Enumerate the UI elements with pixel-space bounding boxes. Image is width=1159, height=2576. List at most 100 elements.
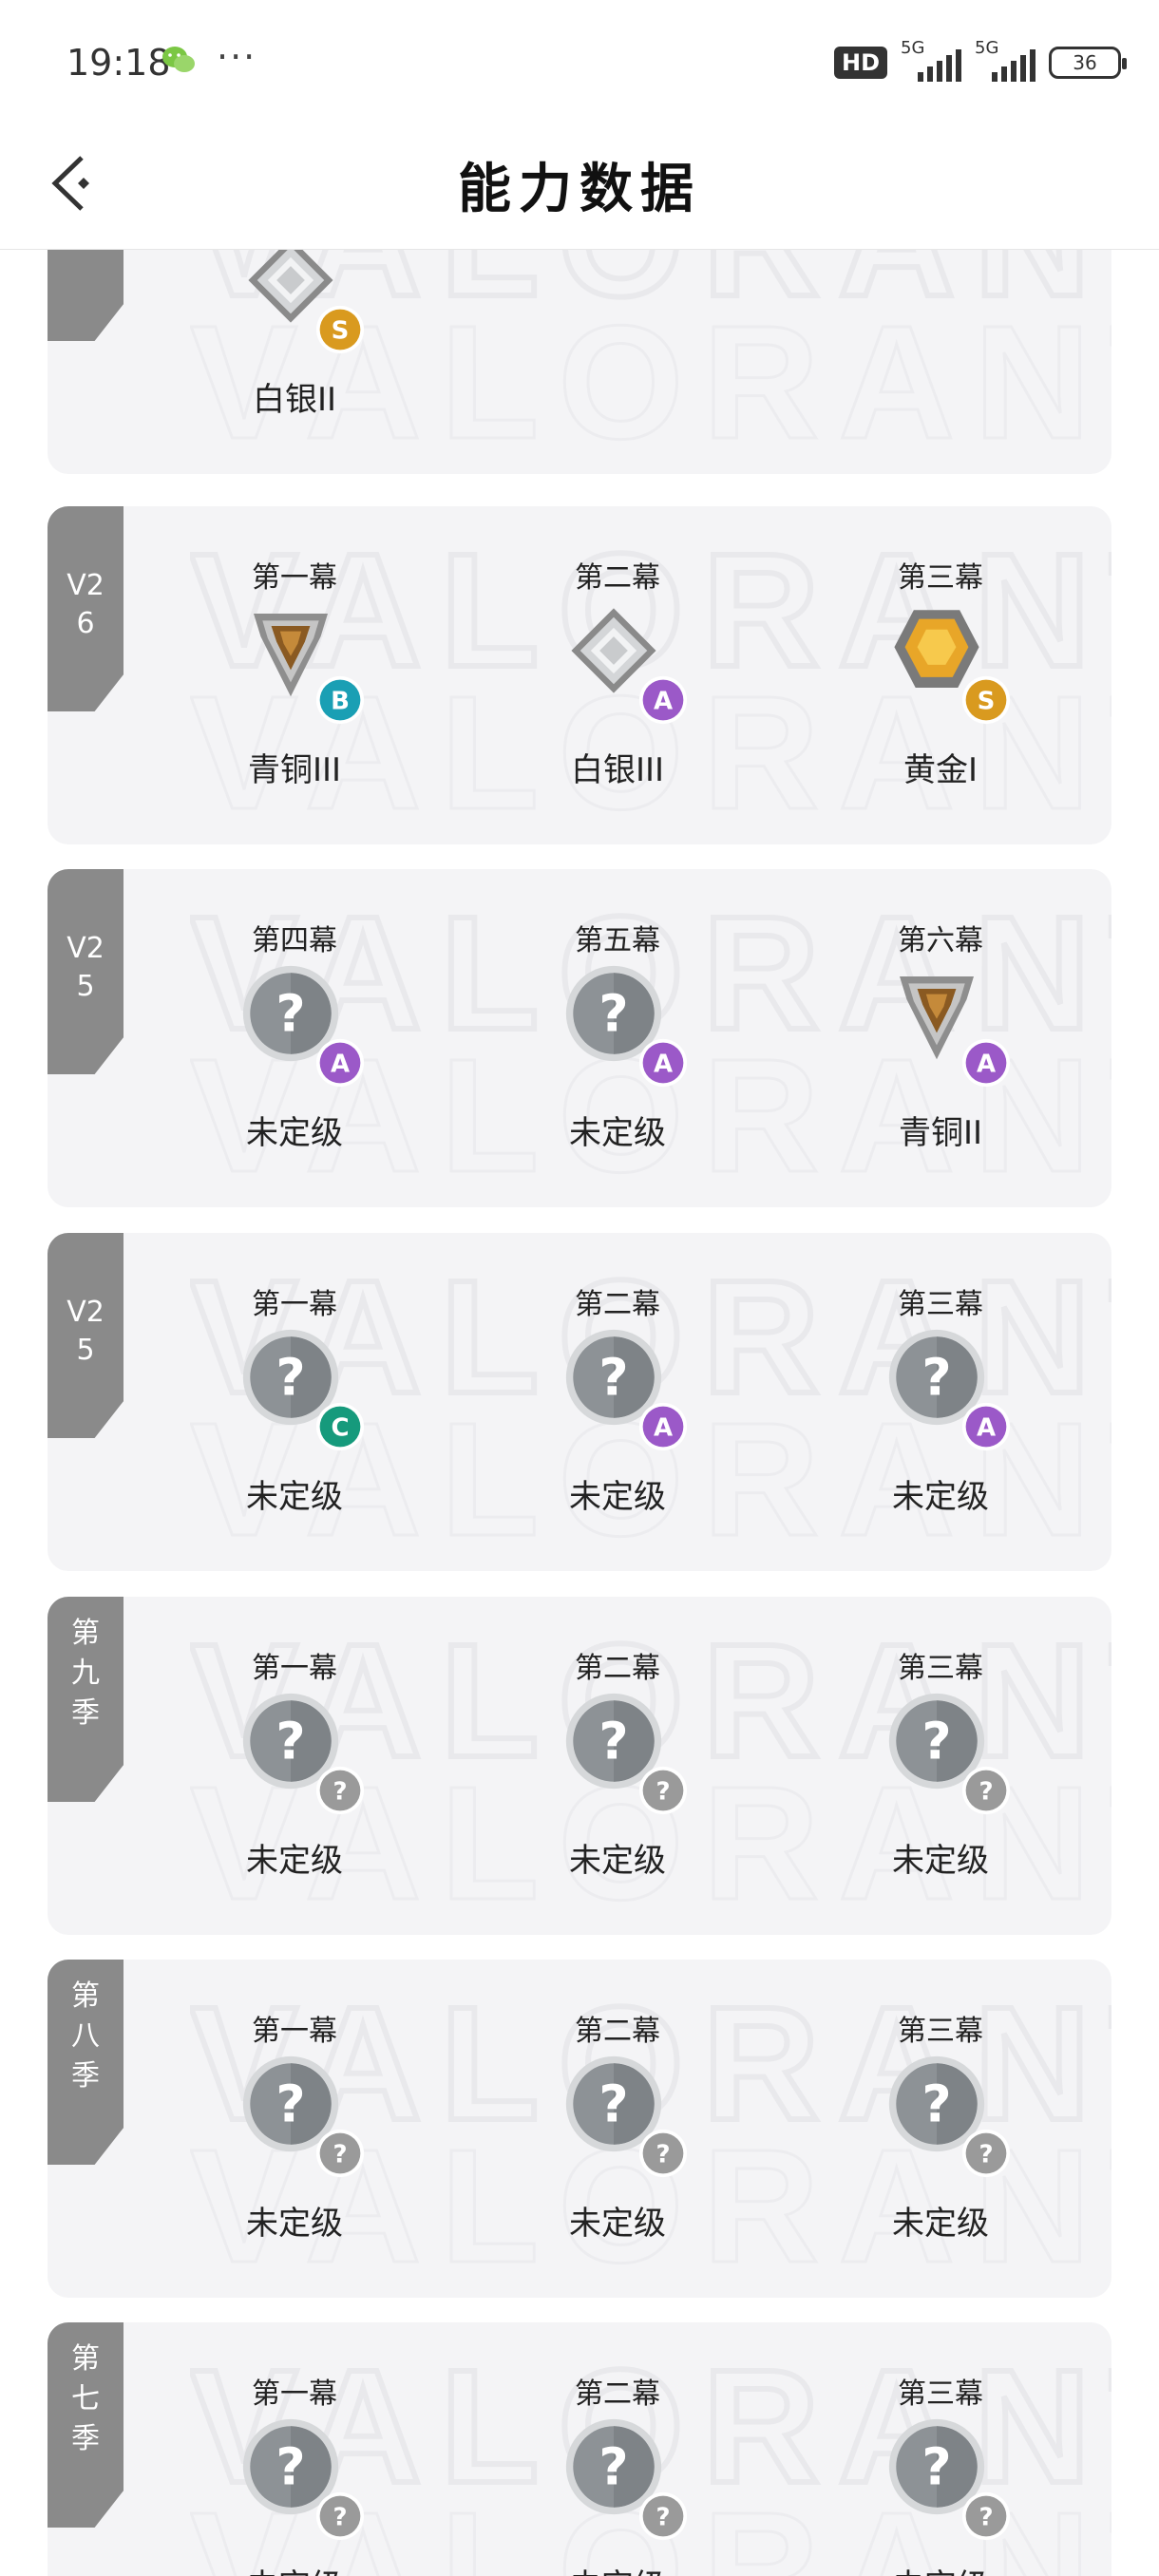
act-rank-item[interactable]: S 白银II [171, 250, 418, 474]
rank-badge-icon: ?C [242, 1329, 365, 1451]
rank-label: 未定级 [892, 2205, 989, 2243]
act-label: 第四幕 [252, 924, 337, 957]
act-label: 第六幕 [898, 924, 983, 957]
rank-badge-icon: ?A [242, 965, 365, 1088]
rank-badge-icon: ?A [888, 1329, 1011, 1451]
more-dots: ··· [217, 36, 257, 78]
act-rank-item[interactable]: 第二幕?? 未定级 [494, 1597, 741, 1935]
rank-label: 未定级 [569, 1114, 666, 1152]
svg-text:?: ? [276, 1712, 305, 1771]
svg-text:?: ? [276, 984, 305, 1044]
rank-badge-icon: ?? [242, 1693, 365, 1815]
rank-badge-icon: ?? [565, 1693, 688, 1815]
act-rank-item[interactable]: 第三幕?? 未定级 [817, 1960, 1064, 2298]
svg-text:A: A [977, 1050, 996, 1078]
svg-text:?: ? [276, 2074, 305, 2134]
svg-text:?: ? [276, 2437, 305, 2497]
rank-badge-icon: ?? [242, 2055, 365, 2178]
act-rank-item[interactable]: 第二幕? A 未定级 [494, 1233, 741, 1571]
rank-badge-icon: ?? [565, 2418, 688, 2541]
act-rank-item[interactable]: 第五幕? A 未定级 [494, 869, 741, 1207]
svg-text:?: ? [598, 1712, 628, 1771]
season-tag: 6 [48, 250, 124, 341]
svg-text:A: A [654, 687, 673, 715]
signal-icon: 5G [901, 38, 961, 84]
season-tag: V2 6 [48, 506, 124, 711]
svg-text:?: ? [922, 2437, 951, 2497]
battery-level: 36 [1073, 51, 1097, 74]
rank-label: 未定级 [246, 2205, 343, 2243]
act-label: 第三幕 [898, 1288, 983, 1321]
status-bar: 19:18 ··· HD 5G 5G 36 [0, 0, 1159, 125]
act-rank-item[interactable]: 第二幕?? 未定级 [494, 1960, 741, 2298]
svg-text:A: A [977, 1413, 996, 1442]
svg-text:?: ? [922, 1348, 951, 1408]
rank-label: 未定级 [246, 1842, 343, 1880]
svg-text:?: ? [332, 1777, 347, 1806]
rank-label: 未定级 [892, 1842, 989, 1880]
rank-label: 未定级 [892, 1478, 989, 1516]
rank-badge-icon: S [248, 250, 365, 354]
season-card: VALORANT VALORANT 第九季第一幕?? 未定级 第二幕?? 未定级 第三幕??… [48, 1597, 1112, 1935]
season-card: VALORANT VALORANT V2 5 第一幕? C 未定级 第二幕? A 未定级 第三幕? A… [48, 1233, 1112, 1571]
svg-text:?: ? [978, 2503, 993, 2531]
act-label: 第三幕 [898, 2015, 983, 2048]
season-tag: 第九季 [48, 1597, 124, 1802]
rank-label: 未定级 [246, 1114, 343, 1152]
act-rank-item[interactable]: 第二幕 A 白银III [494, 506, 741, 844]
rank-label: 未定级 [569, 2205, 666, 2243]
act-label: 第三幕 [898, 561, 983, 595]
rank-badge-icon: ?? [242, 2418, 365, 2541]
act-rank-item[interactable]: 第一幕 B 青铜III [171, 506, 418, 844]
season-tag: V2 5 [48, 869, 124, 1074]
rank-badge-icon: ?? [888, 1693, 1011, 1815]
act-rank-item[interactable]: 第六幕 A 青铜II [817, 869, 1064, 1207]
act-rank-item[interactable]: 第三幕? A 未定级 [817, 1233, 1064, 1571]
svg-text:?: ? [598, 984, 628, 1044]
act-rank-item[interactable]: 第一幕 ? C 未定级 [171, 1233, 418, 1571]
act-label: 第三幕 [898, 2377, 983, 2411]
rank-badge-icon: B [254, 614, 365, 725]
act-rank-item[interactable]: 第一幕?? 未定级 [171, 1597, 418, 1935]
rank-label: 未定级 [171, 2560, 418, 2576]
rank-label: 青铜III [247, 751, 342, 789]
act-rank-item[interactable]: 第二幕?? 未定级 [494, 2322, 741, 2576]
act-label: 第一幕 [252, 561, 337, 595]
season-card: VALORANT VALORANT 第八季第一幕?? 未定级 第二幕?? 未定级 第三幕??… [48, 1960, 1112, 2298]
act-rank-item[interactable]: 第三幕?? 未定级 [817, 1597, 1064, 1935]
svg-text:?: ? [978, 2140, 993, 2169]
act-label: 第二幕 [575, 2377, 660, 2411]
rank-label: 未定级 [569, 1842, 666, 1880]
svg-text:?: ? [922, 1712, 951, 1771]
season-card: VALORANT VALORANT V2 6 第一幕 B 青铜III 第二幕 A 白银III 第三幕… [48, 506, 1112, 844]
rank-label: 未定级 [246, 1478, 343, 1516]
svg-text:?: ? [978, 1777, 993, 1806]
svg-text:A: A [654, 1413, 673, 1442]
act-rank-item[interactable]: 第一幕?? 未定级 [171, 1960, 418, 2298]
season-list[interactable]: VALORANTVALORANT6S白银IIVALORANTVALORANTV2… [0, 250, 1159, 2576]
rank-label: 未定级 [569, 1478, 666, 1516]
rank-badge-icon: A [571, 608, 688, 725]
svg-text:?: ? [332, 2140, 347, 2169]
rank-label: 白银II [252, 381, 337, 419]
rank-badge-icon: ?A [565, 1329, 688, 1451]
svg-text:?: ? [656, 1777, 670, 1806]
act-label: 第一幕 [252, 2015, 337, 2048]
season-tag: 第八季 [48, 1960, 124, 2165]
svg-text:?: ? [598, 2074, 628, 2134]
svg-text:A: A [654, 1050, 673, 1078]
act-rank-item[interactable]: 第三幕?? 未定级 [817, 2322, 1064, 2576]
rank-label: 白银III [570, 751, 665, 789]
act-label: 第二幕 [575, 1652, 660, 1685]
act-label: 第二幕 [575, 561, 660, 595]
act-label: 第一幕 [252, 1288, 337, 1321]
svg-text:?: ? [598, 2437, 628, 2497]
act-label: 第一幕 [252, 2377, 337, 2411]
svg-text:B: B [331, 687, 350, 715]
act-rank-item[interactable]: 第四幕? A 未定级 [171, 869, 418, 1207]
svg-text:?: ? [276, 1348, 305, 1408]
act-label: 第五幕 [575, 924, 660, 957]
act-rank-item[interactable]: 第一幕?? 未定级 [171, 2322, 418, 2576]
act-rank-item[interactable]: 第三幕 S 黄金I [817, 506, 1064, 844]
svg-text:A: A [331, 1050, 350, 1078]
